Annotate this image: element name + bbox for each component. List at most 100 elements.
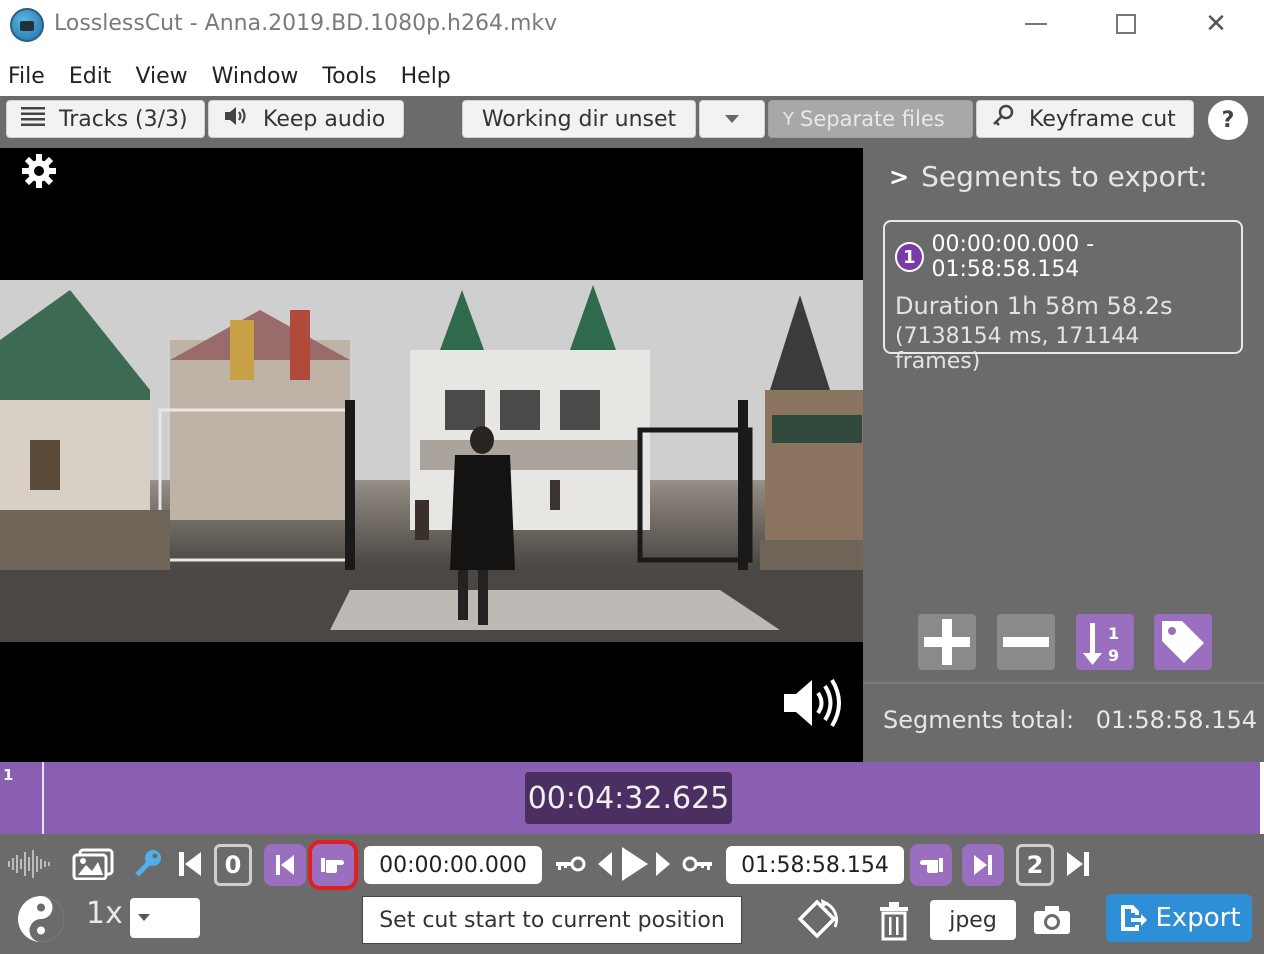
- delete-source-button[interactable]: [874, 898, 914, 944]
- key-left-icon: [556, 856, 586, 872]
- waveform-icon: [8, 850, 50, 878]
- minimize-icon: [1025, 23, 1047, 25]
- menu-file[interactable]: File: [0, 64, 57, 89]
- tooltip: Set cut start to current position: [362, 896, 742, 944]
- maximize-icon: [1116, 14, 1136, 34]
- caret-right-icon: [656, 852, 670, 876]
- menu-edit[interactable]: Edit: [61, 64, 124, 89]
- keep-audio-button[interactable]: Keep audio: [208, 100, 404, 138]
- segment-duration: Duration 1h 58m 58.2s: [895, 292, 1173, 320]
- speaker-icon: [223, 105, 249, 133]
- separate-files-button[interactable]: Y Separate files: [768, 100, 973, 138]
- tag-icon: [1162, 621, 1204, 663]
- rotate-icon: [797, 899, 838, 939]
- thumbnails-button[interactable]: [70, 842, 116, 886]
- timeline[interactable]: 1 00:04:32.625: [0, 762, 1260, 834]
- jump-cut-end-icon: [974, 855, 992, 875]
- segment-number-badge: 1: [895, 242, 924, 272]
- playback-speed: 1x: [86, 896, 123, 931]
- key-icon: [991, 104, 1015, 134]
- chevron-right-icon: >: [889, 162, 910, 191]
- segments-total-label: Segments total:: [883, 706, 1075, 734]
- trash-icon: [880, 902, 908, 941]
- output-format-dropdown[interactable]: [699, 100, 765, 138]
- segments-panel: > Segments to export: 1 00:00:00.000 - 0…: [863, 148, 1264, 762]
- rotate-button[interactable]: [794, 896, 844, 946]
- export-icon: [1121, 905, 1148, 931]
- jump-to-start-button[interactable]: [176, 842, 204, 886]
- segments-total-value: 01:58:58.154: [1095, 706, 1257, 734]
- menu-window[interactable]: Window: [204, 64, 311, 89]
- gear-icon[interactable]: [20, 152, 58, 190]
- label-segment-button[interactable]: [1154, 614, 1212, 670]
- separate-files-label: Separate files: [800, 107, 945, 131]
- working-dir-button[interactable]: Working dir unset: [462, 100, 696, 138]
- volume-icon[interactable]: [780, 676, 846, 730]
- help-button[interactable]: ?: [1208, 100, 1248, 140]
- menu-view[interactable]: View: [127, 64, 199, 89]
- segment-start-marker: [42, 762, 44, 834]
- chevron-down-icon: [725, 115, 739, 123]
- set-cut-start-button[interactable]: [308, 840, 358, 890]
- chevron-down-icon: [138, 914, 150, 921]
- window-title: LosslessCut - Anna.2019.BD.1080p.h264.mk…: [54, 11, 558, 36]
- yin-yang-button[interactable]: [14, 892, 68, 946]
- video-player[interactable]: [0, 148, 863, 762]
- segment-detail: (7138154 ms, 171144 frames): [895, 324, 1140, 374]
- key-right-icon: [682, 856, 712, 872]
- waveform-button[interactable]: [6, 842, 52, 886]
- cut-start-time-input[interactable]: 00:00:00.000: [364, 846, 542, 884]
- playback-speed-select[interactable]: [130, 898, 200, 938]
- menu-tools[interactable]: Tools: [314, 64, 388, 89]
- end-segment-index-button[interactable]: 2: [1016, 844, 1054, 886]
- segments-header[interactable]: > Segments to export:: [889, 160, 1208, 193]
- start-segment-index-button[interactable]: 0: [214, 844, 252, 886]
- minimize-button[interactable]: [1014, 4, 1058, 44]
- cut-end-time-input[interactable]: 01:58:58.154: [726, 846, 904, 884]
- keyframes-button[interactable]: [130, 842, 166, 886]
- set-keyframe-start-button[interactable]: [552, 844, 588, 884]
- hand-pointing-left-icon: [920, 858, 943, 873]
- images-icon: [72, 848, 114, 880]
- set-cut-end-button[interactable]: [910, 844, 952, 886]
- close-button[interactable]: ✕: [1194, 4, 1238, 44]
- jump-cut-start-button[interactable]: [264, 844, 306, 886]
- video-frame: [0, 280, 863, 642]
- maximize-button[interactable]: [1104, 4, 1148, 44]
- segment-card[interactable]: 1 00:00:00.000 - 01:58:58.154 Duration 1…: [883, 220, 1243, 374]
- capture-format-select[interactable]: jpeg: [930, 900, 1016, 940]
- next-frame-button[interactable]: [652, 844, 674, 884]
- key-icon: [135, 850, 161, 877]
- remove-segment-button[interactable]: [997, 614, 1055, 670]
- camera-icon: [1034, 906, 1070, 934]
- current-time-display[interactable]: 00:04:32.625: [525, 772, 732, 824]
- play-button[interactable]: [618, 840, 652, 888]
- keyframe-cut-label: Keyframe cut: [1029, 106, 1176, 132]
- capture-frame-button[interactable]: [1030, 898, 1074, 942]
- keyframe-cut-button[interactable]: Keyframe cut: [976, 100, 1194, 138]
- menu-help[interactable]: Help: [393, 64, 463, 89]
- plus-icon: [924, 619, 970, 665]
- previous-frame-button[interactable]: [594, 844, 616, 884]
- export-label: Export: [1155, 903, 1241, 933]
- top-toolbar: Tracks (3/3) Keep audio Working dir unse…: [0, 96, 1264, 148]
- close-icon: ✕: [1205, 9, 1227, 39]
- sort-numeric-icon: 1 9: [1083, 623, 1119, 665]
- sort-segments-button[interactable]: 1 9: [1076, 614, 1134, 670]
- tracks-button[interactable]: Tracks (3/3): [6, 100, 205, 138]
- hand-pointing-icon: [321, 858, 344, 873]
- skip-end-icon: [1067, 852, 1089, 876]
- add-segment-button[interactable]: [918, 614, 976, 670]
- yin-yang-icon: [18, 896, 64, 942]
- jump-cut-end-button[interactable]: [962, 844, 1004, 886]
- list-icon: [21, 106, 45, 132]
- fork-icon: Y: [783, 108, 794, 130]
- minus-icon: [1003, 637, 1049, 647]
- segment-range: 00:00:00.000 - 01:58:58.154: [931, 232, 1095, 282]
- set-keyframe-end-button[interactable]: [680, 844, 716, 884]
- jump-to-end-button[interactable]: [1064, 842, 1092, 886]
- skip-start-icon: [179, 852, 201, 876]
- export-button[interactable]: Export: [1106, 894, 1252, 942]
- play-icon: [622, 847, 648, 881]
- divider: [863, 682, 1264, 684]
